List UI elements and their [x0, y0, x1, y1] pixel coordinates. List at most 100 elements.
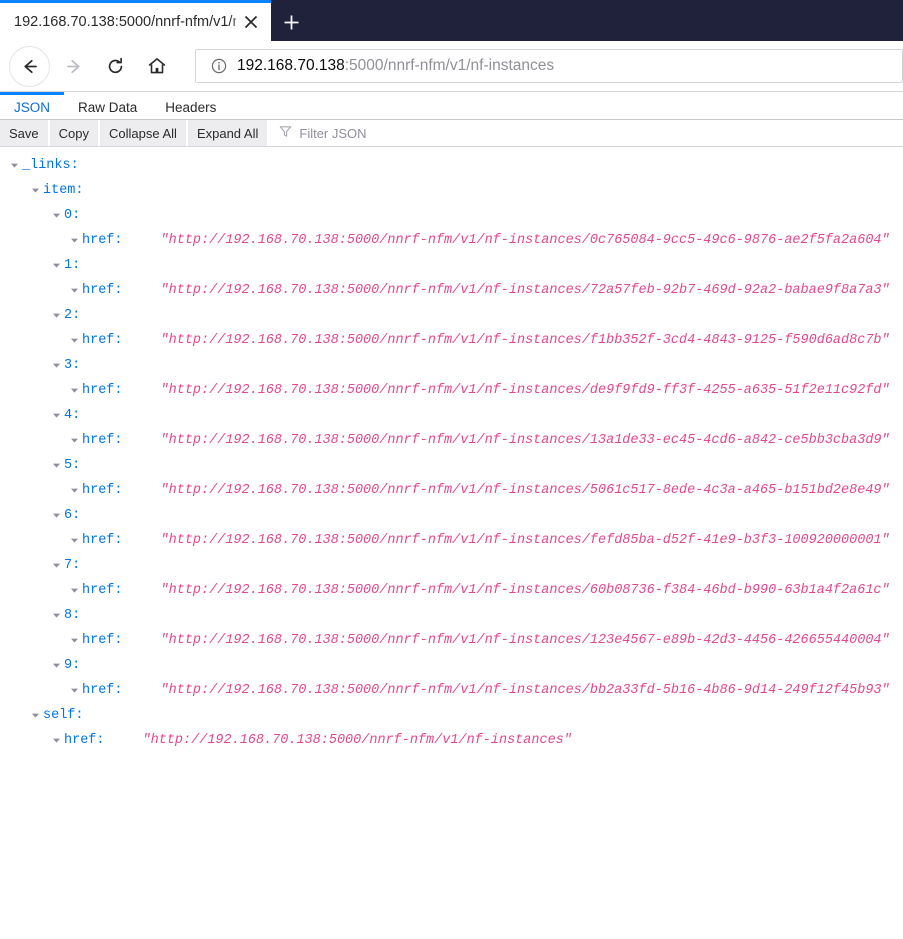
- json-node-href[interactable]: href: "http://192.168.70.138:5000/nnrf-nf…: [0, 228, 903, 253]
- json-string-value: "http://192.168.70.138:5000/nnrf-nfm/v1/…: [160, 483, 890, 498]
- chevron-down-icon[interactable]: [66, 286, 82, 295]
- chevron-down-icon[interactable]: [66, 386, 82, 395]
- json-key: href:: [64, 733, 105, 748]
- json-string-value: "http://192.168.70.138:5000/nnrf-nfm/v1/…: [160, 683, 890, 698]
- chevron-down-icon[interactable]: [48, 411, 64, 420]
- chevron-down-icon[interactable]: [66, 686, 82, 695]
- json-key: 3:: [64, 358, 81, 373]
- json-key: 5:: [64, 458, 81, 473]
- filter-json-input[interactable]: Filter JSON: [269, 120, 903, 146]
- json-node-href[interactable]: href: "http://192.168.70.138:5000/nnrf-nf…: [0, 678, 903, 703]
- chevron-down-icon[interactable]: [48, 736, 64, 745]
- close-icon[interactable]: [236, 7, 266, 37]
- info-circle-icon[interactable]: [206, 58, 232, 74]
- reload-icon[interactable]: [99, 50, 131, 82]
- expand-all-button[interactable]: Expand All: [187, 120, 270, 146]
- back-arrow-icon[interactable]: [9, 45, 50, 87]
- chevron-down-icon[interactable]: [66, 536, 82, 545]
- json-node-item[interactable]: item:: [0, 178, 903, 203]
- forward-arrow-icon: [58, 50, 90, 82]
- json-node-index[interactable]: 0:: [0, 203, 903, 228]
- chevron-down-icon[interactable]: [66, 336, 82, 345]
- json-key: href:: [82, 283, 123, 298]
- chevron-down-icon[interactable]: [66, 436, 82, 445]
- json-key: href:: [82, 583, 123, 598]
- json-node-self[interactable]: self:: [0, 703, 903, 728]
- save-button[interactable]: Save: [0, 120, 50, 146]
- json-string-value: "http://192.168.70.138:5000/nnrf-nfm/v1/…: [160, 533, 890, 548]
- json-string-value: "http://192.168.70.138:5000/nnrf-nfm/v1/…: [160, 283, 890, 298]
- json-node-href[interactable]: href: "http://192.168.70.138:5000/nnrf-nf…: [0, 428, 903, 453]
- chevron-down-icon[interactable]: [48, 511, 64, 520]
- chevron-down-icon[interactable]: [27, 186, 43, 195]
- filter-json-placeholder: Filter JSON: [299, 125, 367, 141]
- home-icon[interactable]: [141, 50, 173, 82]
- json-node-href[interactable]: href: "http://192.168.70.138:5000/nnrf-nf…: [0, 528, 903, 553]
- json-node-href[interactable]: href: "http://192.168.70.138:5000/nnrf-nf…: [0, 328, 903, 353]
- json-node-href[interactable]: href: "http://192.168.70.138:5000/nnrf-nf…: [0, 578, 903, 603]
- new-tab-button[interactable]: [271, 3, 311, 41]
- json-node-index[interactable]: 3:: [0, 353, 903, 378]
- chevron-down-icon[interactable]: [48, 311, 64, 320]
- chevron-down-icon[interactable]: [48, 261, 64, 270]
- chevron-down-icon[interactable]: [48, 361, 64, 370]
- json-node-links[interactable]: _links:: [0, 153, 903, 178]
- json-node-index[interactable]: 6:: [0, 503, 903, 528]
- json-key: 8:: [64, 608, 81, 623]
- json-action-toolbar: Save Copy Collapse All Expand All Filter…: [0, 120, 903, 147]
- chevron-down-icon[interactable]: [66, 236, 82, 245]
- browser-tab-strip: 192.168.70.138:5000/nnrf-nfm/v1/nf-insta…: [0, 0, 903, 41]
- json-node-index[interactable]: 7:: [0, 553, 903, 578]
- chevron-down-icon[interactable]: [48, 611, 64, 620]
- chevron-down-icon[interactable]: [48, 561, 64, 570]
- collapse-all-button[interactable]: Collapse All: [100, 120, 188, 146]
- json-node-index[interactable]: 9:: [0, 653, 903, 678]
- copy-button[interactable]: Copy: [49, 120, 100, 146]
- tab-raw-data[interactable]: Raw Data: [64, 92, 151, 119]
- browser-tab-title: 192.168.70.138:5000/nnrf-nfm/v1/nf-insta…: [14, 14, 236, 30]
- json-string-value: "http://192.168.70.138:5000/nnrf-nfm/v1/…: [142, 733, 572, 748]
- json-node-href[interactable]: href: "http://192.168.70.138:5000/nnrf-n…: [0, 728, 903, 753]
- json-key: self:: [43, 708, 84, 723]
- chevron-down-icon[interactable]: [48, 461, 64, 470]
- json-node-index[interactable]: 1:: [0, 253, 903, 278]
- json-string-value: "http://192.168.70.138:5000/nnrf-nfm/v1/…: [160, 433, 890, 448]
- tab-headers[interactable]: Headers: [151, 92, 230, 119]
- json-node-href[interactable]: href: "http://192.168.70.138:5000/nnrf-nf…: [0, 478, 903, 503]
- chevron-down-icon[interactable]: [6, 161, 22, 170]
- json-tree-panel: _links: item: 0: href: "http://192.168.70.…: [0, 147, 903, 939]
- json-node-href[interactable]: href: "http://192.168.70.138:5000/nnrf-nf…: [0, 628, 903, 653]
- json-key: _links:: [22, 158, 79, 173]
- tab-json[interactable]: JSON: [0, 92, 65, 119]
- json-string-value: "http://192.168.70.138:5000/nnrf-nfm/v1/…: [160, 633, 890, 648]
- json-node-index[interactable]: 5:: [0, 453, 903, 478]
- json-node-index[interactable]: 2:: [0, 303, 903, 328]
- chevron-down-icon[interactable]: [66, 486, 82, 495]
- address-bar[interactable]: 192.168.70.138:5000/nnrf-nfm/v1/nf-insta…: [195, 49, 903, 83]
- tab-headers-label: Headers: [165, 99, 217, 115]
- chevron-down-icon[interactable]: [66, 586, 82, 595]
- address-bar-host: 192.168.70.138: [237, 57, 345, 74]
- json-node-index[interactable]: 8:: [0, 603, 903, 628]
- json-key: href:: [82, 383, 123, 398]
- json-node-href[interactable]: href: "http://192.168.70.138:5000/nnrf-nf…: [0, 278, 903, 303]
- json-node-index[interactable]: 4:: [0, 403, 903, 428]
- json-node-href[interactable]: href: "http://192.168.70.138:5000/nnrf-nf…: [0, 378, 903, 403]
- json-key: 6:: [64, 508, 81, 523]
- browser-tab-active[interactable]: 192.168.70.138:5000/nnrf-nfm/v1/nf-insta…: [0, 0, 271, 41]
- json-key: href:: [82, 683, 123, 698]
- json-string-value: "http://192.168.70.138:5000/nnrf-nfm/v1/…: [160, 333, 890, 348]
- json-key: href:: [82, 483, 123, 498]
- chevron-down-icon[interactable]: [48, 211, 64, 220]
- browser-navigation-bar: 192.168.70.138:5000/nnrf-nfm/v1/nf-insta…: [0, 41, 903, 92]
- chevron-down-icon[interactable]: [48, 661, 64, 670]
- json-key: 4:: [64, 408, 81, 423]
- json-key: 0:: [64, 208, 81, 223]
- json-key: item:: [43, 183, 84, 198]
- json-string-value: "http://192.168.70.138:5000/nnrf-nfm/v1/…: [160, 233, 890, 248]
- json-string-value: "http://192.168.70.138:5000/nnrf-nfm/v1/…: [160, 383, 890, 398]
- chevron-down-icon[interactable]: [27, 711, 43, 720]
- address-bar-text: 192.168.70.138:5000/nnrf-nfm/v1/nf-insta…: [232, 57, 554, 75]
- address-bar-path: :5000/nnrf-nfm/v1/nf-instances: [344, 57, 555, 74]
- chevron-down-icon[interactable]: [66, 636, 82, 645]
